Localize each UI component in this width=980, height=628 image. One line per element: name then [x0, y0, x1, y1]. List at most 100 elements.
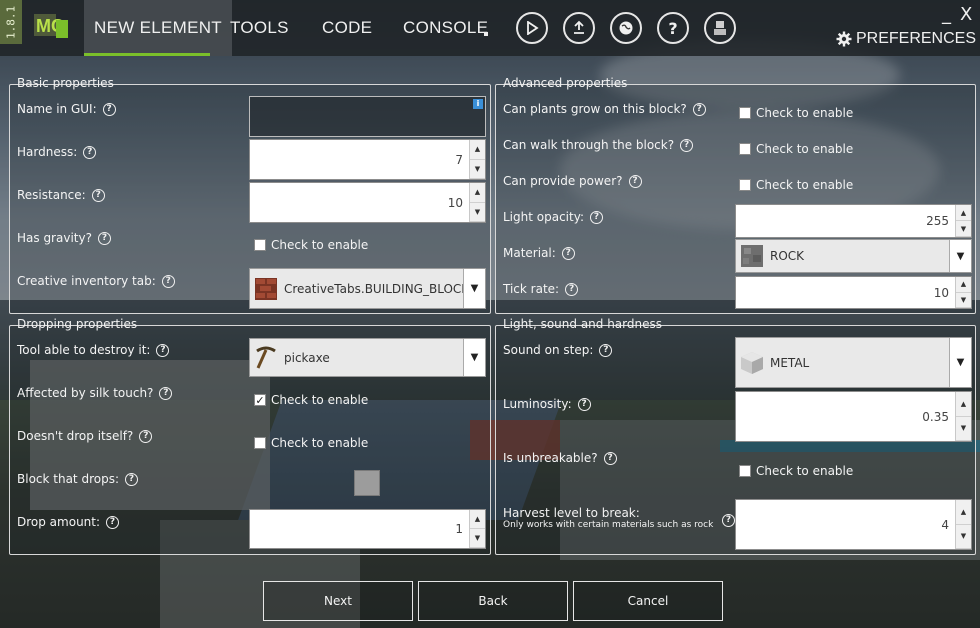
light-opacity-input[interactable]: 255 ▲ ▼	[735, 204, 972, 238]
menu-new-element[interactable]: NEW ELEMENT	[84, 0, 232, 56]
resistance-spinner[interactable]: ▲ ▼	[469, 183, 485, 222]
spin-down-icon[interactable]: ▼	[956, 525, 971, 549]
help-icon[interactable]: ?	[97, 231, 111, 245]
back-button[interactable]: Back	[418, 581, 568, 621]
plants-checkbox[interactable]	[739, 107, 751, 119]
menu-code[interactable]: CODE	[312, 0, 382, 56]
spin-down-icon[interactable]: ▼	[956, 417, 971, 441]
help-icon[interactable]: ?	[125, 472, 138, 486]
help-button[interactable]: ?	[657, 12, 689, 44]
walk-checkbox[interactable]	[739, 143, 751, 155]
name-in-gui-input[interactable]: i	[249, 96, 486, 137]
tick-rate-label-text: Tick rate:	[503, 282, 560, 296]
spin-down-icon[interactable]: ▼	[470, 160, 485, 179]
help-icon[interactable]: ?	[692, 102, 706, 116]
silk-touch-checkbox-row[interactable]: ✓ Check to enable	[254, 393, 368, 407]
help-icon[interactable]: ?	[680, 138, 694, 152]
info-icon[interactable]: i	[473, 99, 483, 109]
help-icon[interactable]: ?	[159, 386, 173, 400]
gravity-checkbox-row[interactable]: Check to enable	[254, 238, 368, 252]
walk-checkbox-row[interactable]: Check to enable	[739, 142, 853, 156]
help-icon[interactable]: ?	[603, 451, 617, 465]
help-icon[interactable]: ?	[83, 145, 97, 159]
help-icon[interactable]: ?	[106, 515, 120, 529]
luminosity-input[interactable]: 0.35 ▲ ▼	[735, 391, 972, 442]
spin-up-icon[interactable]: ▲	[470, 510, 485, 529]
help-icon[interactable]: ?	[139, 429, 153, 443]
tick-rate-spinner[interactable]: ▲ ▼	[955, 277, 971, 308]
active-tab-indicator	[84, 53, 210, 56]
help-icon[interactable]: ?	[628, 174, 642, 188]
help-icon[interactable]: ?	[577, 397, 591, 411]
help-icon[interactable]: ?	[91, 188, 105, 202]
silk-touch-label-text: Affected by silk touch?	[17, 386, 154, 400]
resistance-input[interactable]: 10 ▲ ▼	[249, 182, 486, 223]
menu-tools[interactable]: TOOLS	[220, 0, 299, 56]
spin-up-icon[interactable]: ▲	[956, 205, 971, 221]
drop-itself-checkbox-row[interactable]: Check to enable	[254, 436, 368, 450]
luminosity-label-text: Luminosity:	[503, 397, 572, 411]
sound-dropdown[interactable]: METAL ▼	[735, 337, 972, 388]
chevron-down-icon[interactable]: ▼	[463, 339, 485, 376]
spin-up-icon[interactable]: ▲	[956, 500, 971, 525]
preferences-button[interactable]: PREFERENCES	[836, 30, 976, 48]
gravity-checkbox[interactable]	[254, 239, 266, 251]
spin-up-icon[interactable]: ▲	[956, 392, 971, 417]
chevron-down-icon[interactable]: ▼	[949, 338, 971, 387]
spin-up-icon[interactable]: ▲	[470, 140, 485, 160]
gravity-label: Has gravity??	[17, 231, 111, 245]
rock-block-icon	[741, 245, 763, 267]
unbreakable-checkbox[interactable]	[739, 465, 751, 477]
chevron-down-icon[interactable]: ▼	[463, 269, 485, 308]
tool-value: pickaxe	[284, 350, 330, 365]
hardness-input[interactable]: 7 ▲ ▼	[249, 139, 486, 180]
drop-amount-input[interactable]: 1 ▲ ▼	[249, 509, 486, 549]
silk-touch-checkbox[interactable]: ✓	[254, 394, 266, 406]
help-icon[interactable]: ?	[589, 210, 603, 224]
spin-down-icon[interactable]: ▼	[470, 529, 485, 548]
tool-dropdown[interactable]: pickaxe ▼	[249, 338, 486, 377]
help-icon[interactable]: ?	[722, 514, 735, 527]
drop-amount-spinner[interactable]: ▲ ▼	[469, 510, 485, 548]
help-icon[interactable]: ?	[156, 343, 170, 357]
menu-console[interactable]: CONSOLE	[393, 0, 498, 56]
close-button[interactable]: X	[960, 4, 972, 25]
material-label-text: Material:	[503, 246, 556, 260]
material-dropdown[interactable]: ROCK ▼	[735, 239, 972, 273]
unbreakable-checkbox-row[interactable]: Check to enable	[739, 464, 853, 478]
creative-tab-dropdown[interactable]: CreativeTabs.BUILDING_BLOCKS ▼	[249, 268, 486, 309]
luminosity-spinner[interactable]: ▲ ▼	[955, 392, 971, 441]
help-icon[interactable]: ?	[565, 282, 579, 296]
hardness-spinner[interactable]: ▲ ▼	[469, 140, 485, 179]
power-checkbox-row[interactable]: Check to enable	[739, 178, 853, 192]
spin-up-icon[interactable]: ▲	[956, 277, 971, 293]
harvest-level-spinner[interactable]: ▲ ▼	[955, 500, 971, 549]
spin-down-icon[interactable]: ▼	[470, 203, 485, 222]
help-icon[interactable]: ?	[561, 246, 575, 260]
tick-rate-input[interactable]: 10 ▲ ▼	[735, 276, 972, 309]
block-drops-selector[interactable]	[354, 470, 380, 496]
luminosity-value: 0.35	[922, 409, 949, 424]
export-button[interactable]	[563, 12, 595, 44]
next-button[interactable]: Next	[263, 581, 413, 621]
cancel-button[interactable]: Cancel	[573, 581, 723, 621]
plants-checkbox-row[interactable]: Check to enable	[739, 106, 853, 120]
drop-itself-checkbox[interactable]	[254, 437, 266, 449]
globe-button[interactable]	[610, 12, 642, 44]
user-icon	[714, 21, 726, 35]
menu-dot	[484, 32, 488, 36]
opacity-spinner[interactable]: ▲ ▼	[955, 205, 971, 237]
spin-down-icon[interactable]: ▼	[956, 293, 971, 308]
unbreakable-label: Is unbreakable??	[503, 451, 617, 465]
minimize-button[interactable]: _	[942, 4, 951, 25]
help-icon[interactable]: ?	[102, 102, 116, 116]
play-button[interactable]	[516, 12, 548, 44]
help-icon[interactable]: ?	[161, 274, 175, 288]
harvest-level-input[interactable]: 4 ▲ ▼	[735, 499, 972, 550]
chevron-down-icon[interactable]: ▼	[949, 240, 971, 272]
help-icon[interactable]: ?	[599, 343, 613, 357]
spin-up-icon[interactable]: ▲	[470, 183, 485, 203]
user-button[interactable]	[704, 12, 736, 44]
power-checkbox[interactable]	[739, 179, 751, 191]
spin-down-icon[interactable]: ▼	[956, 221, 971, 237]
